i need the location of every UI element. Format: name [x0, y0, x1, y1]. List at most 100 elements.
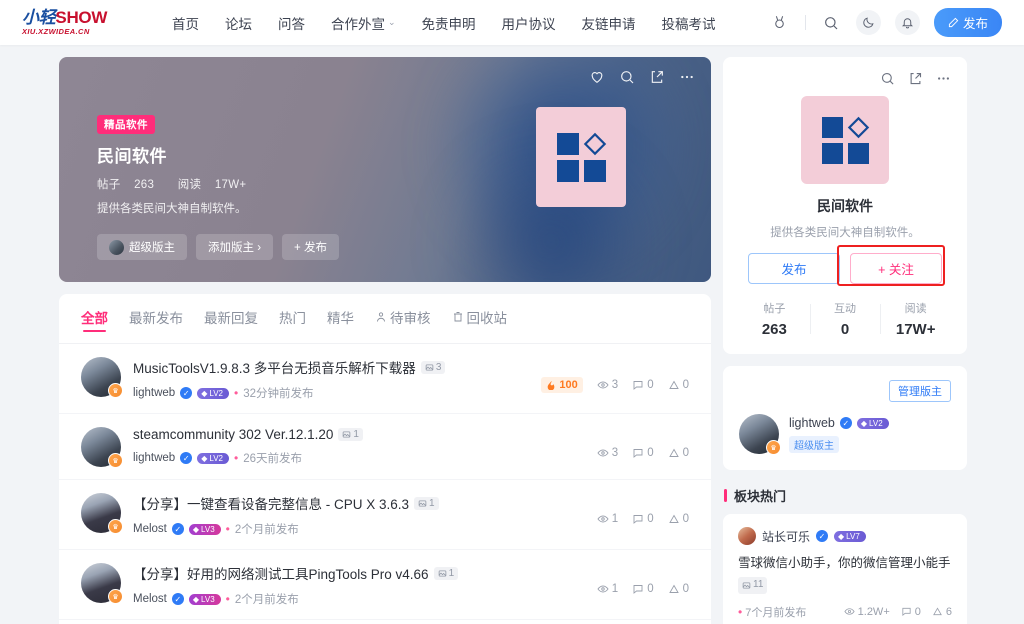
table-row[interactable]: ♛ MusicToolsV1.9.8.3 多平台无损音乐解析下载器 3 ligh…: [59, 344, 711, 414]
comment-icon: [633, 381, 643, 390]
heart-icon[interactable]: [589, 69, 605, 85]
banner-publish-button[interactable]: + 发布: [282, 234, 339, 260]
eye-icon: [597, 449, 609, 457]
table-row[interactable]: ♛ 【分享】好用的网络测试工具PingTools Pro v4.66 1 Mel…: [59, 550, 711, 620]
post-content: MusicToolsV1.9.8.3 多平台无损音乐解析下载器 3 lightw…: [133, 357, 529, 401]
table-row[interactable]: ♛ 【资源分享】Logo设计助手1.9.8解锁会员 1: [59, 620, 711, 624]
super-moderator-button[interactable]: 超级版主: [97, 234, 187, 260]
post-stats: 3 0 0: [597, 427, 689, 459]
avatar[interactable]: ♛: [81, 357, 123, 398]
nav-item-submission-exam[interactable]: 投稿考试: [662, 13, 716, 33]
verified-icon: ✓: [816, 530, 829, 542]
likes-count: 0: [682, 583, 689, 595]
nav-item-forum[interactable]: 论坛: [225, 13, 252, 33]
sidebar: 民间软件 提供各类民间大神自制软件。 发布 + 关注 帖子 263 互动 0 阅…: [723, 57, 967, 624]
share-icon[interactable]: [649, 69, 665, 85]
section-logo: [801, 96, 889, 184]
avatar[interactable]: [738, 527, 756, 545]
site-logo[interactable]: 小轻SHOW XIU.XZWIDEA.CN: [22, 8, 132, 36]
tab-recycle-bin[interactable]: 回收站: [452, 307, 507, 332]
tab-pending-review[interactable]: 待审核: [375, 307, 431, 332]
post-author[interactable]: lightweb: [133, 387, 175, 399]
banner-section-logo: [536, 107, 626, 207]
stat-posts: 帖子 263: [739, 300, 810, 338]
hot-section-header: 板块热门: [724, 486, 967, 505]
search-icon[interactable]: [619, 69, 635, 85]
stat-label: 帖子: [763, 303, 786, 315]
logo-square-2: [556, 159, 579, 182]
post-author[interactable]: lightweb: [133, 452, 175, 464]
add-moderator-button[interactable]: 添加版主 ›: [196, 234, 274, 260]
nav-item-cooperation[interactable]: 合作外宣 ⌄: [331, 13, 396, 33]
tab-hot[interactable]: 热门: [279, 307, 306, 332]
like-triangle-icon: [668, 380, 679, 389]
nav-item-link-apply[interactable]: 友链申请: [582, 13, 636, 33]
nav-item-user-agreement[interactable]: 用户协议: [502, 13, 556, 33]
views-count: 1: [611, 513, 619, 525]
post-title[interactable]: MusicToolsV1.9.8.3 多平台无损音乐解析下载器 3: [133, 357, 529, 377]
hot-post-author-row: 站长可乐 ✓ ◆ LV7: [738, 527, 952, 545]
avatar[interactable]: ♛: [739, 414, 781, 455]
section-info-card: 民间软件 提供各类民间大神自制软件。 发布 + 关注 帖子 263 互动 0 阅…: [723, 57, 967, 354]
stat-views: 1: [597, 583, 618, 595]
nav-label: 首页: [172, 16, 199, 32]
post-author[interactable]: Melost: [133, 593, 167, 605]
avatar[interactable]: ♛: [81, 427, 123, 468]
stat-value: 263: [761, 321, 787, 338]
medal-icon[interactable]: [769, 12, 791, 34]
banner-buttons: 超级版主 添加版主 › + 发布: [97, 234, 339, 260]
moderator-name[interactable]: lightweb: [789, 416, 835, 430]
tab-latest-reply[interactable]: 最新回复: [204, 307, 258, 332]
post-stats: 100 3 0 0: [541, 357, 689, 393]
moon-icon[interactable]: [855, 10, 881, 35]
manage-moderator-button[interactable]: 管理版主: [889, 380, 951, 402]
publish-button[interactable]: 发布: [933, 8, 1002, 37]
logo-grid: [821, 116, 869, 164]
moderator-row[interactable]: ♛ lightweb ✓ ◆ LV2 超级版主: [739, 414, 951, 455]
tab-essence[interactable]: 精华: [327, 307, 354, 332]
like-triangle-icon: [668, 584, 679, 593]
post-author[interactable]: Melost: [133, 523, 167, 535]
follow-button[interactable]: + 关注: [850, 253, 942, 284]
comments-count: 0: [647, 583, 654, 595]
hot-post-title[interactable]: 雪球微信小助手，你的微信管理小能手 11: [738, 554, 952, 594]
avatar[interactable]: ♛: [81, 493, 123, 534]
hot-post-card[interactable]: 站长可乐 ✓ ◆ LV7 雪球微信小助手，你的微信管理小能手 11 • 7个月前发…: [723, 514, 967, 624]
section-stats: 帖子 263 互动 0 阅读 17W+: [739, 300, 951, 338]
status-dot-icon: •: [234, 386, 239, 400]
level-label: LV2: [869, 418, 883, 428]
post-title[interactable]: 【分享】好用的网络测试工具PingTools Pro v4.66 1: [133, 563, 585, 583]
moderator-name-row: lightweb ✓ ◆ LV2: [789, 416, 889, 430]
banner-stats: 帖子 263 阅读 17W+: [97, 176, 339, 192]
search-icon[interactable]: [880, 71, 895, 86]
nav-item-disclaimer[interactable]: 免责申明: [422, 13, 476, 33]
nav-item-qa[interactable]: 问答: [278, 13, 305, 33]
banner-title: 民间软件: [97, 147, 167, 166]
logo-square-3: [847, 142, 869, 164]
post-title[interactable]: 【分享】一键查看设备完整信息 - CPU X 3.6.3 1: [133, 493, 585, 513]
hot-post-author[interactable]: 站长可乐: [762, 528, 810, 545]
bell-icon[interactable]: [894, 10, 920, 35]
nav-item-home[interactable]: 首页: [172, 13, 199, 33]
logo-square-1: [821, 116, 843, 138]
tab-latest-post[interactable]: 最新发布: [129, 307, 183, 332]
eye-icon: [597, 515, 609, 523]
avatar[interactable]: ♛: [81, 563, 123, 604]
comment-icon: [633, 585, 643, 594]
tab-all[interactable]: 全部: [81, 307, 108, 332]
nav-label: 免责申明: [421, 16, 476, 32]
tab-label: 热门: [279, 311, 306, 326]
table-row[interactable]: ♛ steamcommunity 302 Ver.12.1.20 1 light…: [59, 414, 711, 480]
table-row[interactable]: ♛ 【分享】一键查看设备完整信息 - CPU X 3.6.3 1 Melost …: [59, 480, 711, 550]
more-icon[interactable]: [936, 71, 951, 86]
post-title[interactable]: steamcommunity 302 Ver.12.1.20 1: [133, 427, 585, 442]
search-icon[interactable]: [820, 12, 842, 34]
image-count-badge: 1: [433, 566, 459, 580]
more-icon[interactable]: [679, 69, 695, 85]
sidebar-publish-button[interactable]: 发布: [748, 253, 840, 284]
image-icon: [742, 582, 751, 589]
share-icon[interactable]: [908, 71, 923, 86]
stat-comments: 0: [632, 447, 654, 459]
section-card-actions: [739, 71, 951, 86]
post-meta: Melost ✓ ◆ LV3 • 2个月前发布: [133, 521, 585, 537]
